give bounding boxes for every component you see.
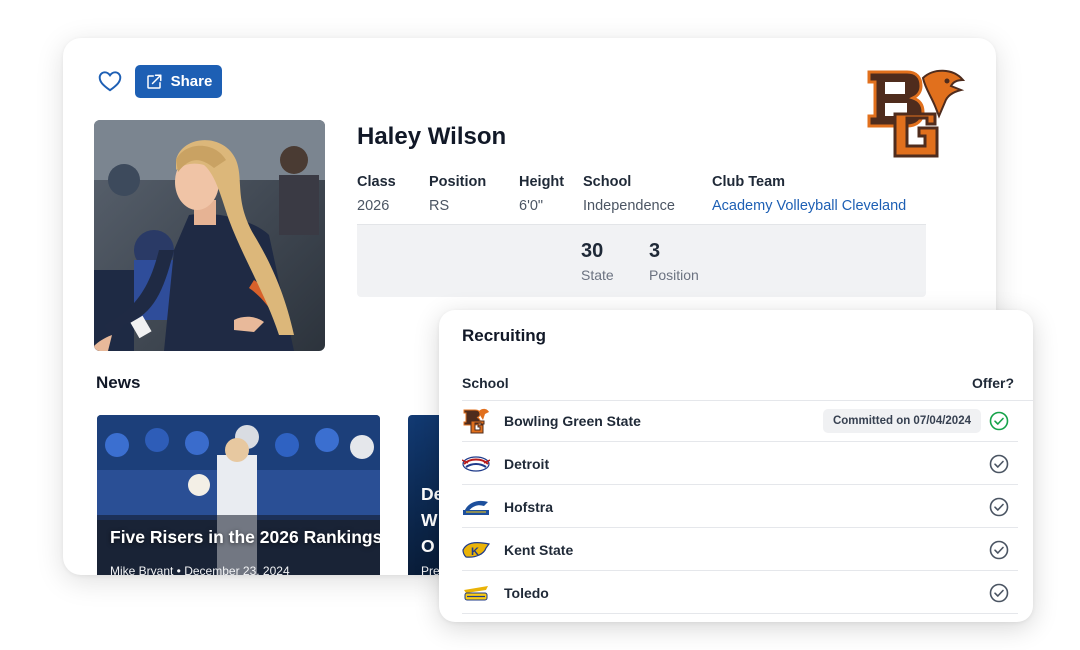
attr-school: School Independence xyxy=(583,174,675,214)
news-byline: Pre xyxy=(421,564,440,575)
rankings-box: 30 State 3 Position xyxy=(357,224,926,297)
check-circle-icon[interactable] xyxy=(989,540,1009,560)
ranking-label: State xyxy=(581,267,614,283)
external-link-icon xyxy=(146,74,162,89)
news-heading: News xyxy=(96,373,141,392)
position-ranking: 3 Position xyxy=(649,240,699,283)
school-column-header: School xyxy=(462,375,509,391)
news-headline: Five Risers in the 2026 Rankings xyxy=(110,527,380,547)
athlete-photo xyxy=(94,120,325,351)
attr-label: Height xyxy=(519,174,565,190)
share-button[interactable]: Share xyxy=(135,65,222,98)
bowling-green-logo xyxy=(867,69,965,158)
recruiting-title: Recruiting xyxy=(462,326,547,345)
bowling-green-logo xyxy=(462,408,490,434)
ranking-label: Position xyxy=(649,267,699,283)
check-circle-icon[interactable] xyxy=(989,583,1009,603)
share-label: Share xyxy=(170,73,213,90)
check-circle-icon xyxy=(989,411,1009,430)
table-row[interactable]: Toledo xyxy=(462,572,1018,614)
state-ranking: 30 State xyxy=(581,240,614,283)
school-name: Toledo xyxy=(504,584,549,601)
attr-class: Class 2026 xyxy=(357,174,396,214)
news-image xyxy=(97,415,380,575)
attr-label: Position xyxy=(429,174,487,190)
hofstra-logo xyxy=(462,494,490,520)
news-byline: Mike Bryant • December 23, 2024 xyxy=(110,564,290,575)
table-row[interactable]: Bowling Green State Committed on 07/04/2… xyxy=(462,400,1018,442)
ranking-value: 30 xyxy=(581,240,604,262)
attr-value: 2026 xyxy=(357,198,390,214)
school-name: Detroit xyxy=(504,455,550,472)
offer-column-header: Offer? xyxy=(972,375,1014,391)
attr-value: RS xyxy=(429,198,450,214)
heart-icon[interactable] xyxy=(97,68,123,94)
table-row[interactable]: Hofstra xyxy=(462,486,1018,528)
check-circle-icon[interactable] xyxy=(989,497,1009,517)
attr-label: School xyxy=(583,174,632,190)
attr-label: Class xyxy=(357,174,396,190)
news-card[interactable]: Five Risers in the 2026 Rankings Mike Br… xyxy=(97,415,380,575)
attr-position: Position RS xyxy=(429,174,486,214)
club-team-link[interactable]: Academy Volleyball Cleveland xyxy=(712,198,906,214)
school-name: Bowling Green State xyxy=(504,412,641,429)
kent-state-logo: K xyxy=(462,537,490,563)
attr-value: 6'0" xyxy=(519,198,544,214)
recruiting-card: Recruiting School Offer? Bowling Green S… xyxy=(439,310,1033,622)
toledo-logo xyxy=(462,580,490,606)
svg-text:K: K xyxy=(471,546,479,558)
check-circle-icon[interactable] xyxy=(989,454,1009,474)
attr-label: Club Team xyxy=(712,174,786,190)
recruiting-table-header: School Offer? xyxy=(462,375,1014,391)
attr-height: Height 6'0" xyxy=(519,174,564,214)
ranking-value: 3 xyxy=(649,240,661,262)
committed-badge: Committed on 07/04/2024 xyxy=(822,408,981,433)
detroit-logo xyxy=(462,451,490,477)
school-name: Hofstra xyxy=(504,498,554,515)
athlete-name: Haley Wilson xyxy=(357,123,507,150)
attr-value: Independence xyxy=(583,198,675,214)
table-row[interactable]: K Kent State xyxy=(462,529,1018,571)
school-name: Kent State xyxy=(504,541,574,558)
table-row[interactable]: Detroit xyxy=(462,443,1018,485)
attr-club-team: Club Team Academy Volleyball Cleveland xyxy=(712,174,906,214)
